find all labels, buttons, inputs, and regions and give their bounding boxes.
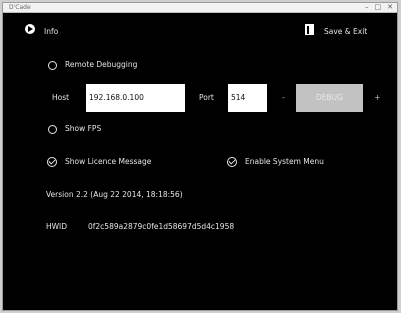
title-bar: D'Cade – □ ✕ (3, 3, 397, 13)
show-fps-radio[interactable] (48, 125, 57, 134)
host-input[interactable]: 192.168.0.100 (86, 84, 185, 112)
enable-menu-label: Enable System Menu (245, 157, 324, 166)
maximize-icon[interactable]: □ (375, 3, 382, 12)
remote-debugging-radio[interactable] (48, 61, 57, 70)
port-input[interactable]: 514 (228, 84, 267, 112)
app-window: D'Cade – □ ✕ (2, 2, 398, 311)
info-button[interactable]: Info (44, 27, 58, 37)
remote-debugging-label: Remote Debugging (65, 60, 138, 69)
minus-button[interactable]: - (282, 93, 285, 103)
show-licence-label: Show Licence Message (65, 157, 152, 166)
port-label: Port (199, 93, 214, 102)
save-exit-icon[interactable] (305, 24, 314, 35)
window-title: D'Cade (9, 4, 31, 11)
plus-button[interactable]: + (374, 93, 381, 103)
enable-menu-check-icon[interactable] (227, 157, 237, 167)
save-exit-button[interactable]: Save & Exit (324, 27, 367, 37)
info-play-icon[interactable] (25, 24, 35, 34)
minimize-icon[interactable]: – (365, 3, 369, 12)
hwid-value: 0f2c589a2879c0fe1d58697d5d4c1958 (88, 222, 235, 231)
show-fps-label: Show FPS (65, 124, 102, 133)
show-licence-check-icon[interactable] (47, 157, 57, 167)
host-label: Host (52, 93, 70, 102)
close-icon[interactable]: ✕ (387, 3, 393, 12)
version-text: Version 2.2 (Aug 22 2014, 18:18:56) (46, 190, 183, 199)
window-controls: – □ ✕ (365, 3, 393, 12)
debug-button[interactable]: DEBUG (296, 84, 363, 112)
hwid-label: HWID (46, 222, 68, 231)
